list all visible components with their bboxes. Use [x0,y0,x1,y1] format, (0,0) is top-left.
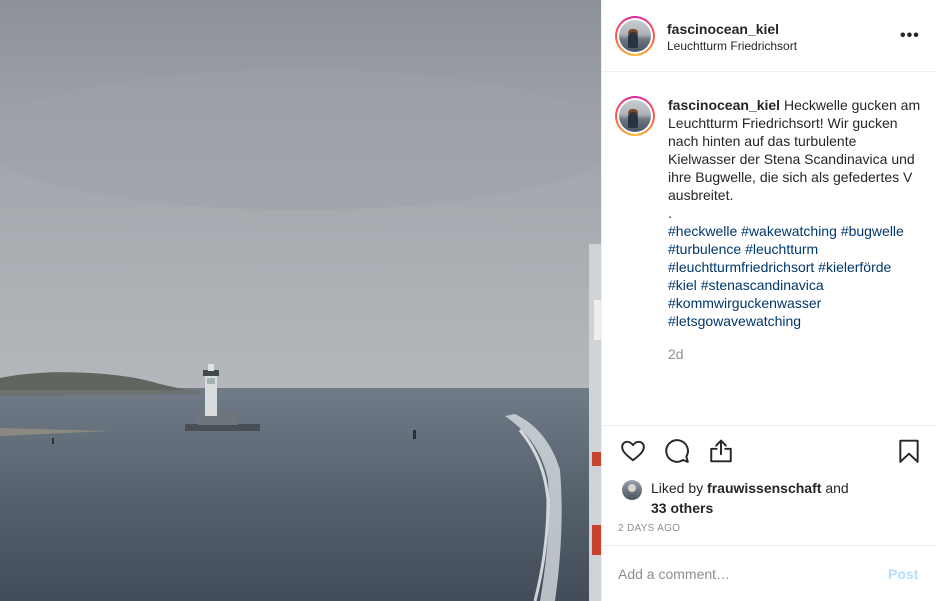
hashtag[interactable]: #kiel [668,277,697,293]
author-avatar[interactable] [615,16,655,56]
post-date[interactable]: 2 DAYS AGO [618,523,680,534]
caption-username[interactable]: fascinocean_kiel [668,97,780,113]
caption-avatar[interactable] [615,96,655,136]
post-comment-button[interactable]: Post [888,566,918,582]
likes-prefix: Liked by [651,480,704,496]
caption-timestamp[interactable]: 2d [668,346,684,362]
hashtag[interactable]: #wakewatching [741,223,837,239]
hashtag[interactable]: #leuchtturmfriedrichsort [668,259,814,275]
liker-username[interactable]: frauwissenschaft [707,480,821,496]
comment-box: Post [602,545,936,601]
bookmark-icon[interactable] [896,438,924,466]
hashtag[interactable]: #kielerförde [818,259,891,275]
likes-and: and [825,480,849,496]
caption-separator: . [668,205,672,221]
hashtag[interactable]: #kommwirguckenwasser [668,295,821,311]
liker-avatar[interactable] [622,480,642,500]
hashtag[interactable]: #stenascandinavica [701,277,824,293]
post-header: fascinocean_kiel Leuchtturm Friedrichsor… [602,0,936,72]
comment-input[interactable] [618,564,868,584]
post-location[interactable]: Leuchtturm Friedrichsort [667,39,797,53]
likes-others-link[interactable]: 33 others [651,500,713,516]
lighthouse-seascape-image [0,0,601,601]
likes-text: Liked by frauwissenschaft and 33 others [651,478,911,518]
hashtag[interactable]: #leuchtturm [745,241,818,257]
more-options-icon[interactable]: ••• [900,28,920,44]
post-photo[interactable] [0,0,601,601]
caption-body: fascinocean_kiel Heckwelle gucken am Leu… [668,96,926,330]
comment-icon[interactable] [664,438,692,466]
share-icon[interactable] [708,438,736,466]
hashtag[interactable]: #letsgowavewatching [668,313,801,329]
post-side-panel: fascinocean_kiel Leuchtturm Friedrichsor… [601,0,936,601]
author-username[interactable]: fascinocean_kiel [667,21,779,37]
heart-icon[interactable] [620,438,648,466]
hashtag[interactable]: #turbulence [668,241,741,257]
post-actions: Liked by frauwissenschaft and 33 others … [602,425,936,543]
hashtag[interactable]: #heckwelle [668,223,737,239]
hashtag[interactable]: #bugwelle [841,223,904,239]
